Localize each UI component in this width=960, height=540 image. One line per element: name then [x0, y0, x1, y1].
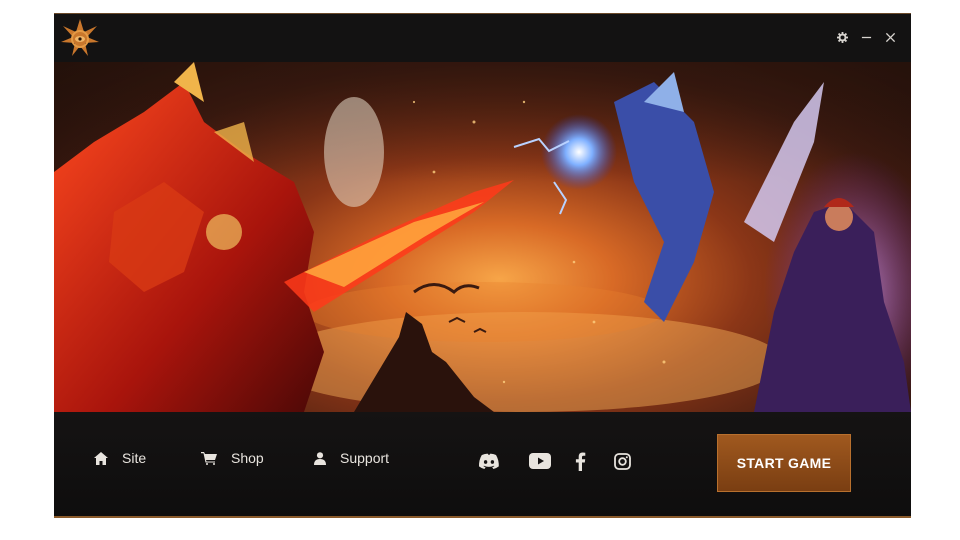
nav-support-link[interactable]: Support	[314, 450, 389, 466]
nav-shop-link[interactable]: Shop	[201, 450, 264, 466]
nav-support-label: Support	[340, 450, 390, 466]
youtube-icon	[529, 453, 551, 469]
facebook-icon	[575, 452, 585, 471]
instagram-icon	[613, 452, 631, 470]
start-game-button[interactable]: START GAME	[717, 434, 851, 492]
close-button[interactable]	[883, 30, 897, 44]
star-emblem-icon	[61, 19, 99, 56]
youtube-button[interactable]	[527, 448, 553, 474]
nav-shop-label: Shop	[231, 450, 264, 466]
discord-button[interactable]	[476, 448, 502, 474]
close-icon	[885, 32, 895, 42]
discord-icon	[478, 453, 499, 469]
game-artwork-banner	[54, 62, 911, 412]
settings-button[interactable]	[835, 30, 849, 44]
gear-icon	[836, 31, 848, 43]
user-icon	[314, 451, 326, 465]
minimize-icon	[861, 36, 871, 38]
home-icon	[94, 451, 108, 465]
nav-site-link[interactable]: Site	[94, 450, 146, 466]
bottom-bar: Site Shop Support START GAME	[54, 412, 911, 516]
nav-site-label: Site	[122, 450, 147, 466]
launcher-window: Site Shop Support START GAME	[54, 13, 911, 518]
facebook-button[interactable]	[567, 448, 593, 474]
minimize-button[interactable]	[859, 30, 873, 44]
instagram-button[interactable]	[609, 448, 635, 474]
cart-icon	[201, 451, 217, 465]
titlebar[interactable]	[54, 14, 911, 62]
game-artwork	[54, 62, 911, 412]
